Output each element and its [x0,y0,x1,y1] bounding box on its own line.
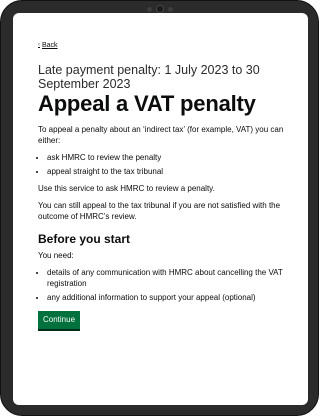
list-item: appeal straight to the tax tribunal [47,166,288,177]
chevron-left-icon: ‹ [38,42,40,48]
list-item: details of any communication with HMRC a… [47,267,288,289]
intro-text: To appeal a penalty about an ‘indirect t… [38,124,284,145]
camera-bar [146,5,173,13]
section-heading: Before you start [38,231,131,246]
continue-button[interactable]: Continue [38,310,81,329]
back-link-label: Back [42,41,58,49]
sensor-dot [167,6,173,12]
list-item: ask HMRC to review the penalty [47,152,288,163]
tablet-frame: ‹ Back Late payment penalty: 1 July 2023… [0,0,319,416]
need-label: You need: [38,250,74,260]
back-link[interactable]: ‹ Back [38,42,58,49]
tribunal-text: You can still appeal to the tax tribunal… [38,200,281,221]
main-content: ‹ Back Late payment penalty: 1 July 2023… [38,33,288,329]
service-text: Use this service to ask HMRC to review a… [38,183,215,193]
list-item: any additional information to support yo… [47,292,288,303]
camera-icon [155,5,164,13]
screen: ‹ Back Late payment penalty: 1 July 2023… [13,13,308,405]
page-title: Appeal a VAT penalty [38,90,256,116]
sensor-dot [146,6,152,12]
requirements-list: details of any communication with HMRC a… [38,267,288,303]
options-list: ask HMRC to review the penalty appeal st… [38,152,288,177]
page-caption: Late payment penalty: 1 July 2023 to 30 … [38,62,260,91]
